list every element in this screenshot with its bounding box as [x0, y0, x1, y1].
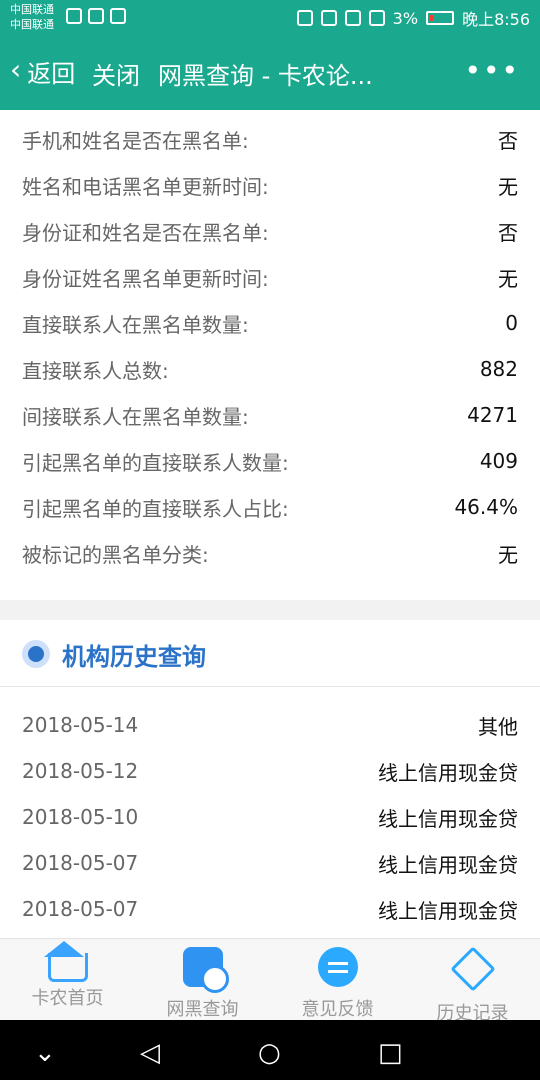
history-row: 2018-05-07 线上信用现金贷 — [22, 840, 518, 886]
info-label: 间接联系人在黑名单数量: — [22, 404, 249, 429]
info-label: 身份证姓名黑名单更新时间: — [22, 266, 269, 291]
history-title: 机构历史查询 — [62, 642, 206, 671]
info-row: 间接联系人在黑名单数量: 4271 — [22, 392, 518, 438]
info-label: 引起黑名单的直接联系人占比: — [22, 496, 289, 521]
history-type: 线上信用现金贷 — [378, 852, 518, 877]
info-value: 409 — [479, 449, 518, 473]
recents-square-icon[interactable]: □ — [378, 1038, 403, 1068]
info-label: 手机和姓名是否在黑名单: — [22, 128, 249, 153]
history-row: 2018-05-10 线上信用现金贷 — [22, 794, 518, 840]
info-value: 无 — [498, 266, 518, 291]
carrier-1: 中国联通 — [10, 3, 54, 16]
feedback-icon — [317, 947, 358, 987]
notification-icon — [66, 8, 82, 24]
tab-feedback-label: 意见反馈 — [301, 999, 374, 1020]
info-row: 引起黑名单的直接联系人数量: 409 — [22, 438, 518, 484]
info-value: 否 — [498, 220, 518, 245]
status-icons-right: 3% 晚上8:56 — [296, 6, 530, 30]
tab-home-label: 卡农首页 — [31, 988, 104, 1009]
page-title: 网黑查询 - 卡农论... — [158, 62, 373, 90]
history-date: 2018-05-12 — [22, 759, 139, 783]
history-header: 机构历史查询 — [22, 634, 206, 674]
info-row: 姓名和电话黑名单更新时间: 无 — [22, 162, 518, 208]
divider — [0, 686, 540, 687]
info-label: 姓名和电话黑名单更新时间: — [22, 174, 269, 199]
info-row: 被标记的黑名单分类: 无 — [22, 530, 518, 576]
wifi-icon — [344, 10, 361, 26]
status-icons-left — [66, 8, 126, 24]
app-bar: ‹ 返回 关闭 网黑查询 - 卡农论... ••• — [0, 36, 540, 110]
info-value: 882 — [479, 357, 518, 381]
carrier-info: 中国联通 中国联通 — [10, 2, 54, 32]
warning-icon — [88, 8, 104, 24]
history-type: 线上信用现金贷 — [378, 806, 518, 831]
history-date: 2018-05-07 — [22, 897, 139, 921]
info-value: 无 — [498, 542, 518, 567]
clock: 晚上8:56 — [462, 10, 530, 29]
info-label: 引起黑名单的直接联系人数量: — [22, 450, 289, 475]
chevron-down-icon[interactable]: ⌄ — [34, 1038, 56, 1068]
home-icon — [43, 941, 88, 982]
info-label: 身份证和姓名是否在黑名单: — [22, 220, 269, 245]
history-date: 2018-05-07 — [22, 851, 139, 875]
signal-icon — [368, 10, 385, 26]
home-circle-icon[interactable]: ○ — [258, 1038, 281, 1068]
tab-blacklist-query-label: 网黑查询 — [166, 999, 239, 1020]
nfc-icon — [296, 10, 313, 26]
info-value: 46.4% — [454, 495, 518, 519]
blacklist-info-card: 手机和姓名是否在黑名单: 否 姓名和电话黑名单更新时间: 无 身份证和姓名是否在… — [0, 110, 540, 600]
history-row: 2018-05-12 线上信用现金贷 — [22, 748, 518, 794]
history-type: 其他 — [478, 714, 518, 739]
heart-rate-icon — [110, 8, 126, 24]
info-label: 被标记的黑名单分类: — [22, 542, 209, 567]
history-row: 2018-05-07 线上信用现金贷 — [22, 886, 518, 932]
info-label: 直接联系人在黑名单数量: — [22, 312, 249, 337]
tab-history[interactable]: 历史记录 — [405, 946, 540, 1025]
more-icon[interactable]: ••• — [464, 54, 520, 87]
history-type: 线上信用现金贷 — [378, 760, 518, 785]
section-gap — [0, 600, 540, 620]
history-row: 2018-05-14 其他 — [22, 702, 518, 748]
history-card: 机构历史查询 2018-05-14 其他 2018-05-12 线上信用现金贷 … — [0, 620, 540, 938]
layers-icon — [449, 946, 496, 992]
vibrate-icon — [320, 10, 337, 26]
close-button[interactable]: 关闭 — [92, 56, 140, 91]
system-nav-bar: ⌄ ◁ ○ □ — [0, 1020, 540, 1080]
tab-home[interactable]: 卡农首页 — [0, 941, 135, 1010]
info-row: 直接联系人总数: 882 — [22, 346, 518, 392]
info-row: 直接联系人在黑名单数量: 0 — [22, 300, 518, 346]
info-row: 身份证和姓名是否在黑名单: 否 — [22, 208, 518, 254]
back-label: 返回 — [27, 60, 76, 88]
back-triangle-icon[interactable]: ◁ — [140, 1038, 160, 1068]
back-button[interactable]: ‹ 返回 — [10, 53, 76, 89]
section-dot-icon — [22, 640, 50, 668]
battery-icon — [426, 11, 455, 25]
info-value: 否 — [498, 128, 518, 153]
history-date: 2018-05-10 — [22, 805, 139, 829]
status-bar: 中国联通 中国联通 3% 晚上8:56 — [0, 0, 540, 36]
bottom-tab-bar: 卡农首页 网黑查询 意见反馈 历史记录 — [0, 938, 540, 1024]
history-type: 线上信用现金贷 — [378, 898, 518, 923]
info-label: 直接联系人总数: — [22, 358, 169, 383]
info-row: 引起黑名单的直接联系人占比: 46.4% — [22, 484, 518, 530]
history-date: 2018-05-14 — [22, 713, 139, 737]
search-doc-icon — [182, 947, 229, 993]
carrier-2: 中国联通 — [10, 18, 54, 31]
battery-percent: 3% — [392, 8, 419, 28]
info-value: 无 — [498, 174, 518, 199]
tab-feedback[interactable]: 意见反馈 — [270, 947, 405, 1021]
info-row: 身份证姓名黑名单更新时间: 无 — [22, 254, 518, 300]
chevron-left-icon: ‹ — [10, 53, 22, 86]
info-value: 4271 — [467, 403, 518, 427]
info-row: 手机和姓名是否在黑名单: 否 — [22, 116, 518, 162]
info-value: 0 — [505, 311, 518, 335]
tab-blacklist-query[interactable]: 网黑查询 — [135, 947, 270, 1021]
